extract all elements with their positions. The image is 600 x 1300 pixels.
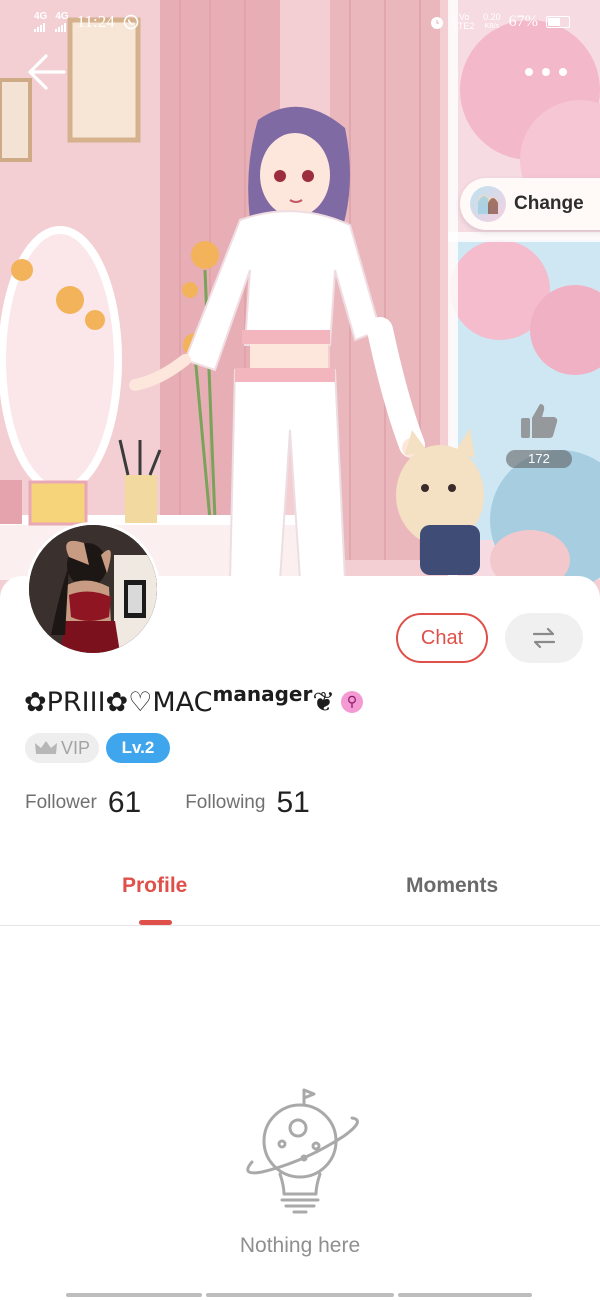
more-dots-icon bbox=[525, 68, 533, 76]
username-superscript: manager bbox=[212, 682, 313, 706]
following-count[interactable]: 51 bbox=[276, 786, 309, 820]
back-button[interactable] bbox=[26, 52, 70, 92]
crown-icon bbox=[34, 741, 57, 754]
network-speed: 0.20 KB/s bbox=[483, 13, 501, 31]
avatar[interactable] bbox=[26, 522, 160, 656]
tab-profile[interactable]: Profile bbox=[122, 874, 187, 898]
like-count: 172 bbox=[506, 450, 572, 468]
signal-icon bbox=[34, 22, 45, 32]
signal-icon bbox=[55, 22, 67, 32]
status-right: Vo LTE2 0.20 KB/s 67% bbox=[429, 13, 570, 31]
vip-label: VIP bbox=[60, 737, 90, 758]
anime-room-illustration bbox=[0, 0, 600, 600]
battery-percent: 67% bbox=[508, 13, 538, 30]
more-dots-icon bbox=[559, 68, 567, 76]
tab-moments[interactable]: Moments bbox=[406, 874, 498, 898]
change-outfit-button[interactable]: Change bbox=[460, 178, 600, 230]
gender-badge: ⚲ bbox=[340, 691, 363, 713]
more-options-button[interactable] bbox=[518, 60, 574, 84]
network-speed-value: 0.20 bbox=[483, 12, 501, 22]
network-indicator-2: 4G bbox=[55, 11, 69, 32]
like-widget: 172 bbox=[504, 400, 574, 472]
alarm-icon bbox=[431, 17, 444, 29]
level-badge[interactable]: Lv.2 bbox=[106, 733, 170, 763]
network-speed-unit: KB/s bbox=[484, 23, 500, 30]
more-dots-icon bbox=[542, 68, 550, 76]
outfit-thumbnail-icon bbox=[470, 186, 506, 222]
username-suffix: ❦ bbox=[312, 686, 335, 718]
bottom-nav-indicator bbox=[66, 1293, 202, 1297]
badge-row: VIP Lv.2 bbox=[25, 733, 170, 763]
change-outfit-label: Change bbox=[514, 193, 584, 214]
profile-background-scene bbox=[0, 0, 600, 600]
follower-label[interactable]: Follower bbox=[25, 792, 97, 814]
status-bar: 4G 4G 11:24 Vo LTE2 0.20 KB/s 67% bbox=[0, 0, 600, 44]
username: ✿PRIII✿♡MAC manager ❦ ⚲ bbox=[24, 682, 363, 722]
bottom-nav-indicator bbox=[398, 1293, 532, 1297]
arrow-left-icon bbox=[28, 54, 66, 90]
vip-badge[interactable]: VIP bbox=[25, 733, 99, 763]
switch-button[interactable] bbox=[505, 613, 583, 663]
following-label[interactable]: Following bbox=[185, 792, 265, 814]
whatsapp-icon bbox=[123, 14, 139, 30]
network-indicator-1: 4G bbox=[34, 12, 47, 32]
active-tab-indicator bbox=[139, 920, 172, 925]
avatar-photo bbox=[29, 525, 157, 653]
follow-stats: Follower 61 Following 51 bbox=[25, 786, 310, 820]
lightbulb-planet-icon bbox=[246, 1088, 359, 1214]
network-type-2: 4G bbox=[55, 11, 69, 22]
status-left: 4G 4G 11:24 bbox=[34, 12, 139, 32]
volte-indicator: Vo LTE2 bbox=[453, 12, 475, 31]
thumbs-up-icon[interactable] bbox=[518, 400, 560, 442]
swap-arrows-icon bbox=[532, 627, 556, 649]
follower-count[interactable]: 61 bbox=[108, 786, 141, 820]
bottom-nav-indicator bbox=[206, 1293, 394, 1297]
chat-button[interactable]: Chat bbox=[396, 613, 488, 663]
username-main: ✿PRIII✿♡MAC bbox=[24, 686, 213, 718]
network-type-1: 4G bbox=[34, 11, 48, 22]
profile-tabs: Profile Moments bbox=[0, 856, 600, 926]
status-time: 11:24 bbox=[76, 12, 115, 31]
battery-icon bbox=[546, 16, 570, 28]
empty-state-message: Nothing here bbox=[239, 1234, 361, 1257]
